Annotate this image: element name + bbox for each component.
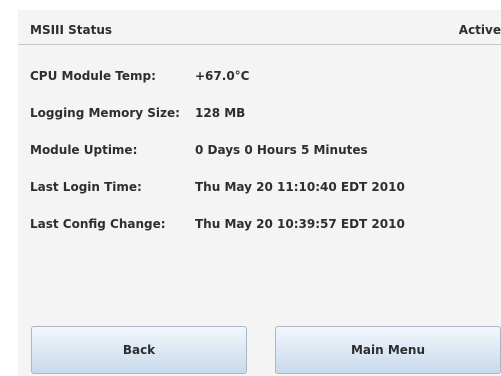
- logging-memory-label: Logging Memory Size:: [30, 106, 180, 120]
- status-row-cpu-temp: CPU Module Temp: +67.0°C: [30, 58, 495, 95]
- cpu-temp-value: +67.0°C: [195, 69, 250, 83]
- status-row-last-login: Last Login Time: Thu May 20 11:10:40 EDT…: [30, 169, 495, 206]
- cpu-temp-label: CPU Module Temp:: [30, 69, 156, 83]
- status-state: Active: [458, 23, 501, 37]
- status-list: CPU Module Temp: +67.0°C Logging Memory …: [30, 58, 495, 243]
- last-config-value: Thu May 20 10:39:57 EDT 2010: [195, 217, 405, 231]
- last-config-label: Last Config Change:: [30, 217, 166, 231]
- status-row-last-config: Last Config Change: Thu May 20 10:39:57 …: [30, 206, 495, 243]
- last-login-label: Last Login Time:: [30, 180, 142, 194]
- back-button[interactable]: Back: [31, 326, 247, 374]
- page-title: MSIII Status: [30, 23, 113, 37]
- last-login-value: Thu May 20 11:10:40 EDT 2010: [195, 180, 405, 194]
- panel-header: MSIII Status Active: [18, 10, 501, 45]
- status-row-logging-memory: Logging Memory Size: 128 MB: [30, 95, 495, 132]
- uptime-label: Module Uptime:: [30, 143, 138, 157]
- logging-memory-value: 128 MB: [195, 106, 246, 120]
- status-row-uptime: Module Uptime: 0 Days 0 Hours 5 Minutes: [30, 132, 495, 169]
- uptime-value: 0 Days 0 Hours 5 Minutes: [195, 143, 368, 157]
- main-menu-button[interactable]: Main Menu: [275, 326, 501, 374]
- status-screen: MSIII Status Active CPU Module Temp: +67…: [0, 0, 501, 376]
- status-panel: MSIII Status Active CPU Module Temp: +67…: [18, 10, 501, 376]
